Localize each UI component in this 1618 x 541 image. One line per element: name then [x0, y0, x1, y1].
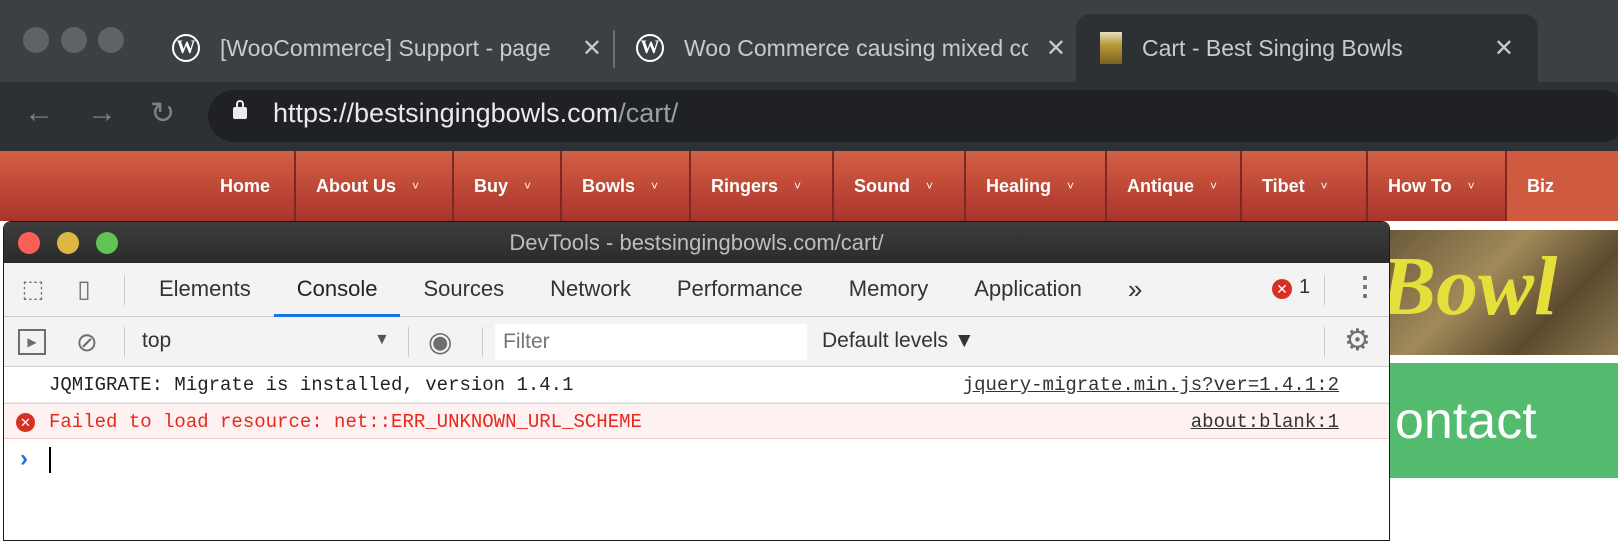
window-close-button[interactable]	[23, 27, 49, 53]
browser-tab-strip: W [WooCommerce] Support - page ✕ W Woo C…	[0, 0, 1618, 82]
settings-gear-icon[interactable]: ⚙	[1344, 323, 1371, 358]
wordpress-icon: W	[636, 34, 664, 62]
devtools-titlebar: DevTools - bestsingingbowls.com/cart/	[4, 222, 1389, 263]
more-tabs-button[interactable]: »	[1105, 263, 1165, 317]
nav-biz[interactable]: Biz	[1505, 151, 1618, 221]
nav-bowls[interactable]: Bowls ˅	[560, 151, 658, 221]
nav-antique[interactable]: Antique ˅	[1105, 151, 1217, 221]
sidebar-toggle-icon[interactable]: ▶	[18, 329, 46, 355]
tab-application[interactable]: Application	[951, 263, 1105, 317]
error-count[interactable]: 1	[1299, 276, 1310, 299]
prompt-chevron-icon: ›	[20, 445, 28, 472]
eye-icon[interactable]: ◉	[428, 325, 452, 358]
text-cursor	[49, 447, 51, 473]
nav-buy[interactable]: Buy ˅	[452, 151, 531, 221]
wordpress-icon: W	[172, 34, 200, 62]
error-icon[interactable]: ✕	[1272, 279, 1292, 299]
tab-divider	[613, 30, 615, 68]
devtools-zoom-button[interactable]	[96, 232, 118, 254]
chevron-down-icon: ˅	[1067, 179, 1075, 193]
chevron-down-icon: ˅	[412, 179, 420, 193]
nav-how-to[interactable]: How To ˅	[1366, 151, 1475, 221]
nav-tibet[interactable]: Tibet ˅	[1240, 151, 1328, 221]
browser-tab-active[interactable]: Cart - Best Singing Bowls ✕	[1076, 14, 1538, 82]
tab-memory[interactable]: Memory	[826, 263, 951, 317]
console-prompt[interactable]: ›	[4, 439, 1389, 479]
log-levels-dropdown[interactable]: Default levels ▼	[822, 329, 975, 353]
tab-performance[interactable]: Performance	[654, 263, 826, 317]
browser-tab[interactable]: W [WooCommerce] Support - page ✕	[172, 14, 602, 82]
source-link[interactable]: jquery-migrate.min.js?ver=1.4.1:2	[963, 367, 1339, 403]
device-toolbar-icon[interactable]: ▯	[62, 275, 106, 304]
lock-shackle-icon	[236, 100, 244, 110]
nav-healing[interactable]: Healing ˅	[964, 151, 1074, 221]
source-link[interactable]: about:blank:1	[1191, 404, 1339, 440]
window-zoom-button[interactable]	[98, 27, 124, 53]
chevron-down-icon: ˅	[926, 179, 934, 193]
singing-bowl-favicon	[1100, 32, 1122, 64]
chevron-down-icon: ˅	[1320, 179, 1328, 193]
forward-arrow-icon[interactable]: →	[87, 96, 117, 130]
chevron-down-icon: ˅	[1210, 179, 1218, 193]
inspect-element-icon[interactable]: ⬚	[4, 275, 62, 304]
nav-ringers[interactable]: Ringers ˅	[689, 151, 801, 221]
chevron-down-icon: ˅	[794, 179, 802, 193]
chevron-down-icon: ˅	[1467, 179, 1475, 193]
devtools-minimize-button[interactable]	[57, 232, 79, 254]
nav-about-us[interactable]: About Us ˅	[294, 151, 419, 221]
context-dropdown-icon[interactable]: ▼	[374, 331, 390, 349]
reload-icon[interactable]: ↻	[150, 96, 175, 131]
chevron-down-icon: ˅	[651, 179, 659, 193]
nav-sound[interactable]: Sound ˅	[832, 151, 933, 221]
close-tab-icon[interactable]: ✕	[1046, 34, 1066, 63]
devtools-close-button[interactable]	[18, 232, 40, 254]
tab-console[interactable]: Console	[273, 263, 401, 317]
nav-home[interactable]: Home	[200, 151, 270, 221]
console-error-message: ✕ Failed to load resource: net::ERR_UNKN…	[4, 403, 1389, 439]
kebab-menu-icon[interactable]: ⋮	[1352, 271, 1378, 302]
browser-tab[interactable]: W Woo Commerce causing mixed content ✕	[636, 14, 1066, 82]
clear-console-icon[interactable]: ⊘	[76, 327, 98, 358]
url-text[interactable]: https://bestsingingbowls.com/cart/	[273, 98, 678, 129]
tab-sources[interactable]: Sources	[400, 263, 527, 317]
devtools-tabs: ⬚ ▯ Elements Console Sources Network Per…	[4, 263, 1389, 317]
chevron-down-icon: ˅	[524, 179, 532, 193]
window-minimize-button[interactable]	[61, 27, 87, 53]
back-arrow-icon[interactable]: ←	[24, 96, 54, 130]
close-tab-icon[interactable]: ✕	[582, 34, 602, 63]
contact-banner[interactable]: ontact	[1390, 363, 1618, 478]
console-toolbar: ▶ ⊘ top ▼ ◉ Default levels ▼ ⚙	[4, 317, 1389, 367]
tab-elements[interactable]: Elements	[136, 263, 274, 317]
tab-network[interactable]: Network	[527, 263, 654, 317]
devtools-window: DevTools - bestsingingbowls.com/cart/ ⬚ …	[3, 221, 1390, 541]
filter-input[interactable]	[495, 324, 807, 360]
hero-banner: Bowl	[1390, 230, 1618, 355]
console-message: JQMIGRATE: Migrate is installed, version…	[4, 367, 1389, 403]
error-icon: ✕	[16, 413, 35, 432]
context-selector[interactable]: top	[142, 329, 171, 353]
close-tab-icon[interactable]: ✕	[1494, 34, 1514, 63]
